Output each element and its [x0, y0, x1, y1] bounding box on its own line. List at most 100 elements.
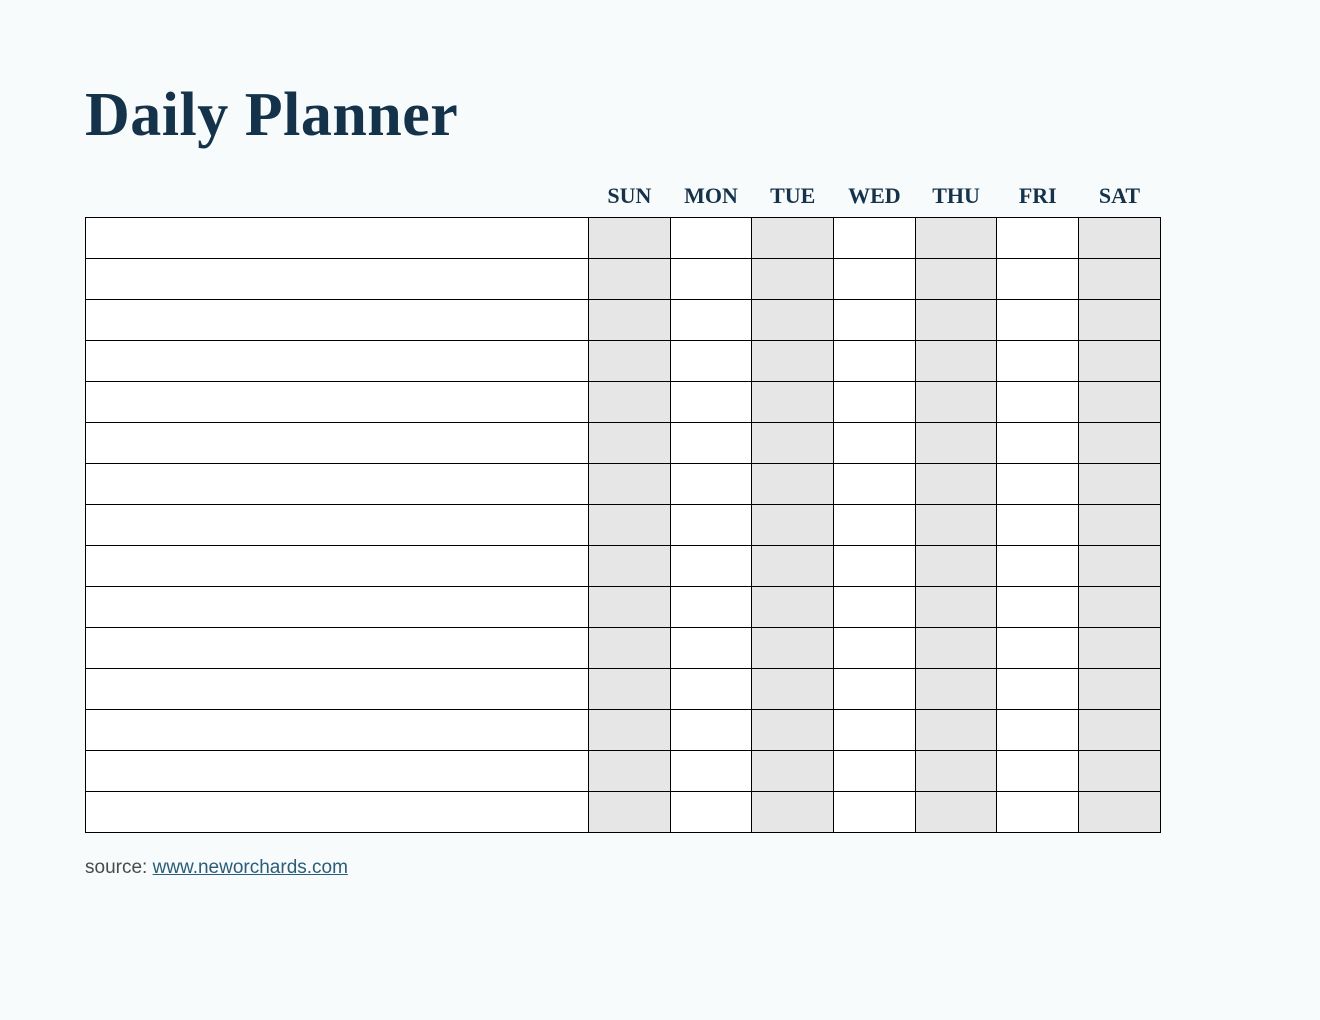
day-cell[interactable]	[834, 259, 916, 300]
day-cell[interactable]	[834, 546, 916, 587]
day-cell[interactable]	[670, 505, 752, 546]
day-cell[interactable]	[1079, 710, 1161, 751]
day-cell[interactable]	[589, 505, 671, 546]
day-cell[interactable]	[752, 587, 834, 628]
day-cell[interactable]	[1079, 218, 1161, 259]
day-cell[interactable]	[997, 259, 1079, 300]
day-cell[interactable]	[1079, 423, 1161, 464]
day-cell[interactable]	[589, 423, 671, 464]
day-cell[interactable]	[834, 382, 916, 423]
day-cell[interactable]	[589, 382, 671, 423]
day-cell[interactable]	[752, 505, 834, 546]
day-cell[interactable]	[834, 218, 916, 259]
footer-link[interactable]: www.neworchards.com	[153, 857, 348, 878]
day-cell[interactable]	[1079, 300, 1161, 341]
day-cell[interactable]	[834, 710, 916, 751]
day-cell[interactable]	[915, 546, 997, 587]
day-cell[interactable]	[915, 669, 997, 710]
day-cell[interactable]	[589, 587, 671, 628]
day-cell[interactable]	[1079, 669, 1161, 710]
task-cell[interactable]	[86, 464, 589, 505]
task-cell[interactable]	[86, 218, 589, 259]
day-cell[interactable]	[997, 423, 1079, 464]
day-cell[interactable]	[834, 464, 916, 505]
day-cell[interactable]	[1079, 628, 1161, 669]
day-cell[interactable]	[752, 751, 834, 792]
task-cell[interactable]	[86, 259, 589, 300]
day-cell[interactable]	[589, 628, 671, 669]
day-cell[interactable]	[915, 464, 997, 505]
day-cell[interactable]	[670, 218, 752, 259]
day-cell[interactable]	[1079, 751, 1161, 792]
day-cell[interactable]	[834, 587, 916, 628]
day-cell[interactable]	[1079, 587, 1161, 628]
day-cell[interactable]	[915, 751, 997, 792]
day-cell[interactable]	[915, 710, 997, 751]
day-cell[interactable]	[589, 710, 671, 751]
day-cell[interactable]	[752, 300, 834, 341]
task-cell[interactable]	[86, 300, 589, 341]
day-cell[interactable]	[834, 423, 916, 464]
day-cell[interactable]	[670, 792, 752, 833]
day-cell[interactable]	[997, 464, 1079, 505]
day-cell[interactable]	[670, 587, 752, 628]
day-cell[interactable]	[834, 669, 916, 710]
day-cell[interactable]	[670, 300, 752, 341]
day-cell[interactable]	[915, 259, 997, 300]
day-cell[interactable]	[752, 669, 834, 710]
day-cell[interactable]	[915, 300, 997, 341]
day-cell[interactable]	[997, 546, 1079, 587]
day-cell[interactable]	[752, 218, 834, 259]
day-cell[interactable]	[834, 341, 916, 382]
day-cell[interactable]	[752, 341, 834, 382]
day-cell[interactable]	[670, 751, 752, 792]
task-cell[interactable]	[86, 792, 589, 833]
day-cell[interactable]	[752, 382, 834, 423]
day-cell[interactable]	[752, 259, 834, 300]
day-cell[interactable]	[834, 300, 916, 341]
day-cell[interactable]	[670, 464, 752, 505]
day-cell[interactable]	[915, 423, 997, 464]
day-cell[interactable]	[752, 423, 834, 464]
day-cell[interactable]	[1079, 341, 1161, 382]
day-cell[interactable]	[997, 792, 1079, 833]
task-cell[interactable]	[86, 669, 589, 710]
day-cell[interactable]	[670, 423, 752, 464]
day-cell[interactable]	[589, 259, 671, 300]
day-cell[interactable]	[589, 341, 671, 382]
day-cell[interactable]	[670, 546, 752, 587]
day-cell[interactable]	[834, 628, 916, 669]
day-cell[interactable]	[997, 710, 1079, 751]
day-cell[interactable]	[752, 710, 834, 751]
day-cell[interactable]	[670, 259, 752, 300]
day-cell[interactable]	[834, 751, 916, 792]
task-cell[interactable]	[86, 587, 589, 628]
day-cell[interactable]	[915, 382, 997, 423]
day-cell[interactable]	[670, 710, 752, 751]
day-cell[interactable]	[1079, 546, 1161, 587]
day-cell[interactable]	[1079, 382, 1161, 423]
day-cell[interactable]	[589, 792, 671, 833]
day-cell[interactable]	[997, 751, 1079, 792]
day-cell[interactable]	[670, 628, 752, 669]
day-cell[interactable]	[589, 218, 671, 259]
day-cell[interactable]	[1079, 259, 1161, 300]
day-cell[interactable]	[997, 669, 1079, 710]
day-cell[interactable]	[997, 505, 1079, 546]
day-cell[interactable]	[997, 341, 1079, 382]
day-cell[interactable]	[752, 628, 834, 669]
task-cell[interactable]	[86, 546, 589, 587]
task-cell[interactable]	[86, 341, 589, 382]
day-cell[interactable]	[752, 464, 834, 505]
day-cell[interactable]	[834, 792, 916, 833]
day-cell[interactable]	[1079, 464, 1161, 505]
day-cell[interactable]	[915, 587, 997, 628]
day-cell[interactable]	[589, 300, 671, 341]
day-cell[interactable]	[589, 464, 671, 505]
day-cell[interactable]	[1079, 792, 1161, 833]
day-cell[interactable]	[589, 669, 671, 710]
day-cell[interactable]	[997, 218, 1079, 259]
task-cell[interactable]	[86, 505, 589, 546]
day-cell[interactable]	[752, 792, 834, 833]
day-cell[interactable]	[834, 505, 916, 546]
